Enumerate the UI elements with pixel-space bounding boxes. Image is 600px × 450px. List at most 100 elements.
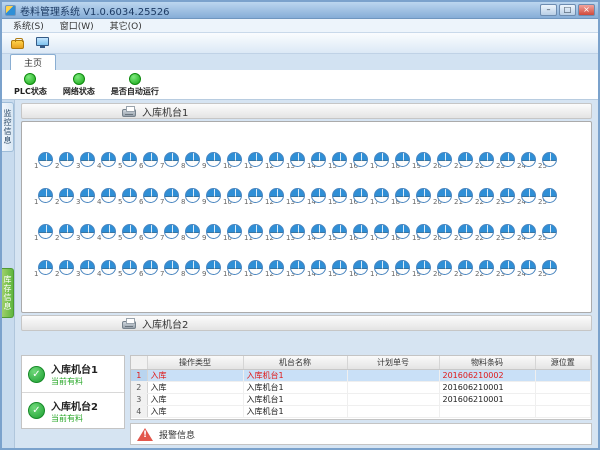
- roll-indicator: 14: [307, 152, 328, 170]
- network-status-dot: [73, 73, 85, 85]
- roll-circle-icon: [542, 188, 557, 203]
- roll-indicator: 23: [496, 260, 517, 278]
- roll-indicator: 24: [517, 188, 538, 206]
- column-header[interactable]: 源位置: [535, 356, 591, 370]
- roll-indicator: 2: [55, 224, 76, 242]
- menu-item-system[interactable]: 系统(S): [6, 19, 51, 32]
- column-header[interactable]: 物料条码: [439, 356, 535, 370]
- roll-indicator: 24: [517, 224, 538, 242]
- table-row[interactable]: 1入库入库机台1201606210002: [131, 370, 591, 382]
- roll-circle-icon: [80, 260, 95, 275]
- roll-indicator: 16: [349, 188, 370, 206]
- roll-indicator: 17: [370, 188, 391, 206]
- roll-circle-icon: [38, 224, 53, 239]
- bottom-section: 入库机台1 当前有料 入库机台2 当前有料: [21, 335, 592, 445]
- roll-indicator: 8: [181, 260, 202, 278]
- roll-circle-icon: [458, 224, 473, 239]
- roll-indicator: 16: [349, 224, 370, 242]
- network-status-label: 网络状态: [63, 86, 95, 97]
- roll-circle-icon: [269, 152, 284, 167]
- column-header[interactable]: 计划单号: [347, 356, 439, 370]
- roll-indicator: 4: [97, 152, 118, 170]
- roll-grid: 1234567891011121314151617181920212223242…: [21, 121, 592, 313]
- roll-circle-icon: [458, 260, 473, 275]
- roll-indicator: 24: [517, 260, 538, 278]
- minimize-button[interactable]: –: [540, 4, 557, 16]
- roll-circle-icon: [206, 224, 221, 239]
- roll-indicator: 12: [265, 188, 286, 206]
- toolbox-button[interactable]: [6, 34, 28, 52]
- roll-circle-icon: [353, 152, 368, 167]
- roll-circle-icon: [479, 260, 494, 275]
- maximize-button[interactable]: □: [559, 4, 576, 16]
- roll-circle-icon: [416, 260, 431, 275]
- roll-indicator: 4: [97, 188, 118, 206]
- roll-indicator: 17: [370, 224, 391, 242]
- check-icon: [28, 366, 45, 383]
- roll-circle-icon: [416, 188, 431, 203]
- table-row[interactable]: 2入库入库机台1201606210001: [131, 382, 591, 394]
- roll-circle-icon: [269, 224, 284, 239]
- roll-circle-icon: [59, 260, 74, 275]
- printer-icon[interactable]: [122, 109, 136, 117]
- roll-indicator: 25: [538, 260, 559, 278]
- machine1-panel-header: 入库机台1: [21, 103, 592, 119]
- roll-indicator: 9: [202, 260, 223, 278]
- roll-circle-icon: [227, 224, 242, 239]
- roll-indicator: 12: [265, 224, 286, 242]
- roll-circle-icon: [374, 188, 389, 203]
- roll-circle-icon: [101, 260, 116, 275]
- table-row[interactable]: 4入库入库机台1: [131, 406, 591, 418]
- titlebar[interactable]: 卷料管理系统 V1.0.6034.25526 – □ ×: [2, 2, 598, 19]
- roll-row: 1234567891011121314151617181920212223242…: [34, 224, 591, 242]
- close-button[interactable]: ×: [578, 4, 595, 16]
- roll-circle-icon: [59, 224, 74, 239]
- roll-indicator: 3: [76, 188, 97, 206]
- roll-indicator: 14: [307, 224, 328, 242]
- roll-indicator: 24: [517, 152, 538, 170]
- roll-indicator: 3: [76, 260, 97, 278]
- roll-circle-icon: [332, 188, 347, 203]
- roll-circle-icon: [500, 260, 515, 275]
- roll-circle-icon: [437, 224, 452, 239]
- menu-item-window[interactable]: 窗口(W): [53, 19, 101, 32]
- roll-indicator: 15: [328, 188, 349, 206]
- side-tab-monitor[interactable]: 监控信息: [2, 102, 14, 152]
- roll-circle-icon: [542, 224, 557, 239]
- roll-indicator: 20: [433, 188, 454, 206]
- machine2-card: 入库机台2 当前有料: [22, 392, 124, 428]
- roll-indicator: 4: [97, 260, 118, 278]
- roll-indicator: 17: [370, 152, 391, 170]
- roll-indicator: 13: [286, 188, 307, 206]
- tab-home[interactable]: 主页: [10, 54, 56, 70]
- column-header[interactable]: 机台名称: [243, 356, 347, 370]
- roll-circle-icon: [437, 188, 452, 203]
- roll-indicator: 10: [223, 224, 244, 242]
- printer-icon[interactable]: [122, 321, 136, 329]
- dock-tab-strip: 监控信息 库存信息: [2, 100, 15, 448]
- content-area: 监控信息 库存信息 入库机台1 123456789101112131415161…: [2, 100, 598, 448]
- warning-icon: [137, 428, 153, 441]
- roll-indicator: 17: [370, 260, 391, 278]
- monitor-button[interactable]: [31, 34, 53, 52]
- toolbox-icon: [11, 40, 24, 49]
- table-row[interactable]: 3入库入库机台1201606210001: [131, 394, 591, 406]
- task-area: 操作类型机台名称计划单号物料条码源位置 1入库入库机台1201606210002…: [130, 335, 592, 445]
- roll-indicator: 21: [454, 152, 475, 170]
- column-header[interactable]: 操作类型: [147, 356, 243, 370]
- roll-circle-icon: [290, 260, 305, 275]
- plc-status-indicator: PLC状态: [14, 73, 47, 97]
- roll-indicator: 11: [244, 224, 265, 242]
- roll-circle-icon: [80, 224, 95, 239]
- roll-circle-icon: [122, 188, 137, 203]
- side-tab-inventory[interactable]: 库存信息: [2, 268, 14, 318]
- roll-indicator: 4: [97, 224, 118, 242]
- roll-indicator: 5: [118, 260, 139, 278]
- roll-indicator: 6: [139, 224, 160, 242]
- roll-circle-icon: [122, 152, 137, 167]
- roll-indicator: 14: [307, 260, 328, 278]
- menu-item-other[interactable]: 其它(O): [103, 19, 149, 32]
- roll-circle-icon: [395, 152, 410, 167]
- roll-circle-icon: [269, 260, 284, 275]
- main-panel: 入库机台1 1234567891011121314151617181920212…: [15, 100, 598, 448]
